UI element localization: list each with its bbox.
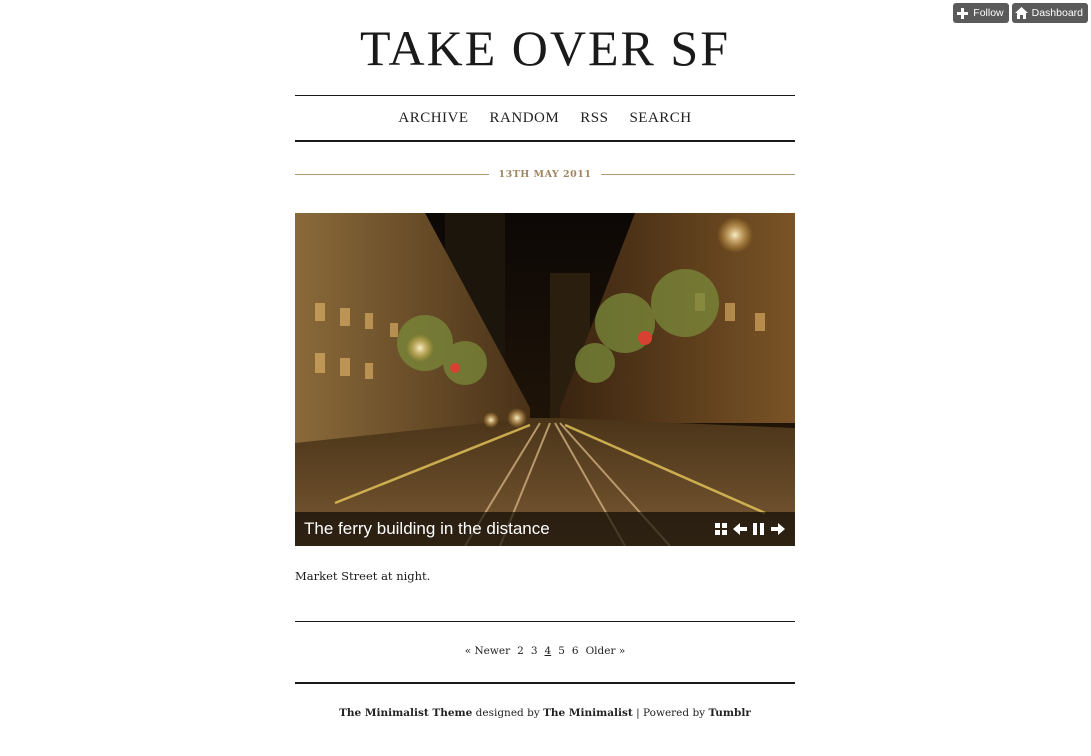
designed-by-text: designed by — [475, 707, 540, 719]
blog-container: TAKE OVER SF ARCHIVE RANDOM RSS SEARCH 1… — [295, 0, 795, 719]
follow-button[interactable]: Follow — [953, 3, 1009, 23]
prev-arrow-icon[interactable] — [732, 522, 747, 537]
nav-random-link[interactable]: RANDOM — [490, 110, 560, 127]
powered-by-text: Powered by — [643, 707, 706, 719]
grid-icon[interactable] — [713, 522, 728, 537]
pause-icon[interactable] — [751, 522, 766, 537]
current-page: 4 — [544, 645, 552, 657]
post-date-link[interactable]: 13TH MAY 2011 — [489, 169, 600, 180]
footer-separator: | — [636, 707, 640, 719]
nav-archive-link[interactable]: ARCHIVE — [398, 110, 468, 127]
tumblr-controls: Follow Dashboard — [953, 3, 1088, 23]
post-photo-slideshow[interactable]: The ferry building in the distance — [295, 213, 795, 546]
photo-caption: The ferry building in the distance — [304, 519, 550, 538]
page-link[interactable]: 2 — [517, 645, 524, 657]
pagination: « Newer 2 3 4 5 6 Older » — [295, 645, 795, 657]
nav-rss-link[interactable]: RSS — [580, 110, 608, 127]
page-link[interactable]: 3 — [531, 645, 538, 657]
tumblr-link[interactable]: Tumblr — [708, 707, 750, 719]
pagination-divider-top — [295, 621, 795, 622]
pagination-divider-bottom — [295, 682, 795, 684]
main-nav: ARCHIVE RANDOM RSS SEARCH — [295, 95, 795, 142]
newer-link[interactable]: « Newer — [465, 645, 510, 657]
next-arrow-icon[interactable] — [770, 522, 785, 537]
page-link[interactable]: 5 — [558, 645, 565, 657]
follow-label: Follow — [973, 7, 1004, 19]
nav-divider-bottom — [295, 140, 795, 142]
street-night-photo — [295, 213, 795, 546]
post-body-text: Market Street at night. — [295, 569, 431, 583]
post-date-row: 13TH MAY 2011 — [295, 169, 795, 180]
older-link[interactable]: Older » — [586, 645, 626, 657]
page-link[interactable]: 6 — [572, 645, 579, 657]
slideshow-controls — [713, 522, 795, 537]
nav-search-link[interactable]: SEARCH — [629, 110, 691, 127]
theme-link[interactable]: The Minimalist Theme — [339, 707, 472, 719]
footer: The Minimalist Theme designed by The Min… — [295, 707, 795, 719]
plus-icon — [956, 7, 969, 20]
home-icon — [1014, 7, 1028, 20]
dashboard-button[interactable]: Dashboard — [1011, 3, 1088, 23]
blog-title[interactable]: TAKE OVER SF — [295, 22, 795, 80]
date-rule-right — [600, 174, 795, 175]
designer-link[interactable]: The Minimalist — [543, 707, 633, 719]
dashboard-label: Dashboard — [1031, 7, 1083, 19]
slideshow-caption-bar: The ferry building in the distance — [295, 512, 795, 546]
date-rule-left — [295, 174, 490, 175]
